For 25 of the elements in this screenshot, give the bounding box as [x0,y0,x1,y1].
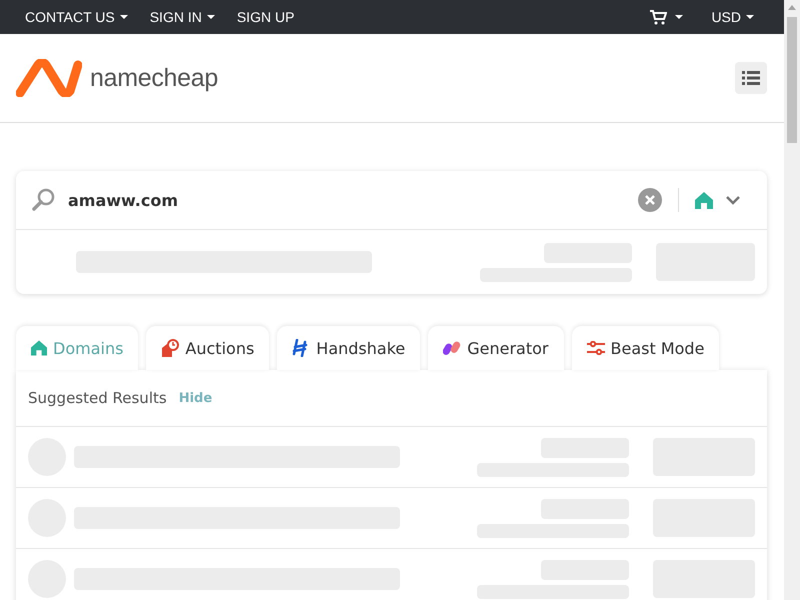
clear-icon[interactable] [638,188,662,212]
search-icon [32,188,56,212]
caret-icon[interactable] [675,15,684,19]
tab[interactable]: Auctions [146,326,270,370]
menu-icon [742,71,760,85]
chevron-down-icon[interactable] [725,195,741,205]
cart-icon[interactable] [649,9,668,25]
logo-icon [16,59,82,97]
scroll-thumb[interactable] [787,17,797,143]
tab[interactable]: Beast Mode [572,326,720,370]
generator-icon [443,340,462,356]
section-title: Suggested Results [28,389,167,407]
tab[interactable]: Handshake [277,326,420,370]
sliders-icon [586,341,604,355]
menu-button[interactable] [735,62,767,94]
home-icon[interactable] [695,192,713,208]
tab[interactable]: Generator [428,326,564,370]
house-clock-icon [161,339,180,357]
logo-text: namecheap [90,64,218,92]
nav-link[interactable]: SIGN IN [150,9,215,25]
home-icon [31,340,47,356]
scrollbar[interactable] [784,0,800,600]
currency-selector[interactable]: USD [711,9,754,25]
nav-link[interactable]: SIGN UP [236,9,294,25]
nav-link[interactable]: CONTACT US [25,9,128,25]
